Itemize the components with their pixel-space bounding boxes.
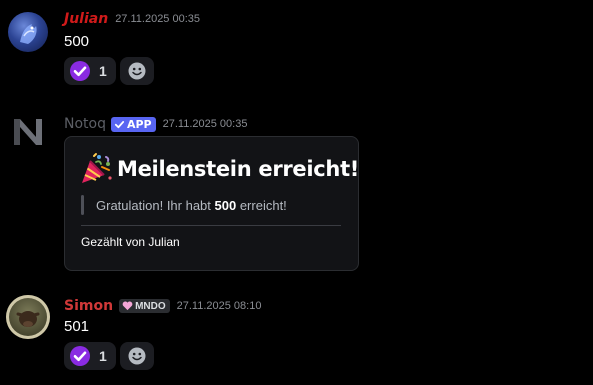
timestamp: 27.11.2025 08:10 [176,300,262,312]
embed-quote: Gratulation! Ihr habt 500 erreicht! [81,195,287,215]
author-name[interactable]: Simon [64,297,113,315]
embed-title-text: Meilenstein erreicht! [117,157,360,181]
author-name[interactable]: Julian [64,10,108,28]
add-reaction-button[interactable] [120,57,154,85]
dragon-avatar-icon [20,24,37,44]
avatar[interactable] [6,295,50,339]
quote-value: 500 [214,197,237,213]
avatar[interactable] [8,12,48,52]
heart-icon [122,301,133,311]
message-header: Julian 27.11.2025 00:35 [64,10,200,28]
reaction-bar: 1 [64,57,154,85]
guild-tag-label: MNDO [135,300,166,312]
verified-check-icon [114,120,125,128]
quote-text: Gratulation! Ihr habt 500 erreicht! [96,198,287,213]
reaction-check[interactable]: 1 [64,342,116,370]
app-badge: APP [110,116,156,132]
embed-title: Meilenstein erreicht! [79,152,359,186]
reaction-check[interactable]: 1 [64,57,116,85]
embed-divider [81,225,341,226]
add-reaction-button[interactable] [120,342,154,370]
quote-bar [81,195,84,215]
smiley-icon [128,347,146,365]
notoq-logo-icon [14,119,42,145]
timestamp: 27.11.2025 00:35 [115,13,201,25]
check-purple-icon [70,346,90,366]
cow-avatar-icon [16,311,40,327]
message-header: Simon MNDO 27.11.2025 08:10 [64,297,261,315]
reaction-count: 1 [99,348,107,364]
author-name[interactable]: Notoq [64,115,106,133]
avatar[interactable] [10,113,46,149]
timestamp: 27.11.2025 00:35 [162,118,248,130]
quote-prefix: Gratulation! Ihr habt [96,197,215,213]
milestone-embed: Meilenstein erreicht! Gratulation! Ihr h… [64,136,359,271]
party-popper-icon [82,153,112,183]
embed-footer: Gezählt von Julian [81,235,180,249]
message-content: 500 [64,33,90,50]
message-header: Notoq APP 27.11.2025 00:35 [64,115,247,133]
check-purple-icon [70,61,90,81]
message-content: 501 [64,318,90,335]
reaction-bar: 1 [64,342,154,370]
guild-tag[interactable]: MNDO [119,299,170,313]
reaction-count: 1 [99,63,107,79]
app-badge-label: APP [126,117,152,131]
quote-suffix: erreicht! [236,197,287,213]
smiley-icon [128,62,146,80]
